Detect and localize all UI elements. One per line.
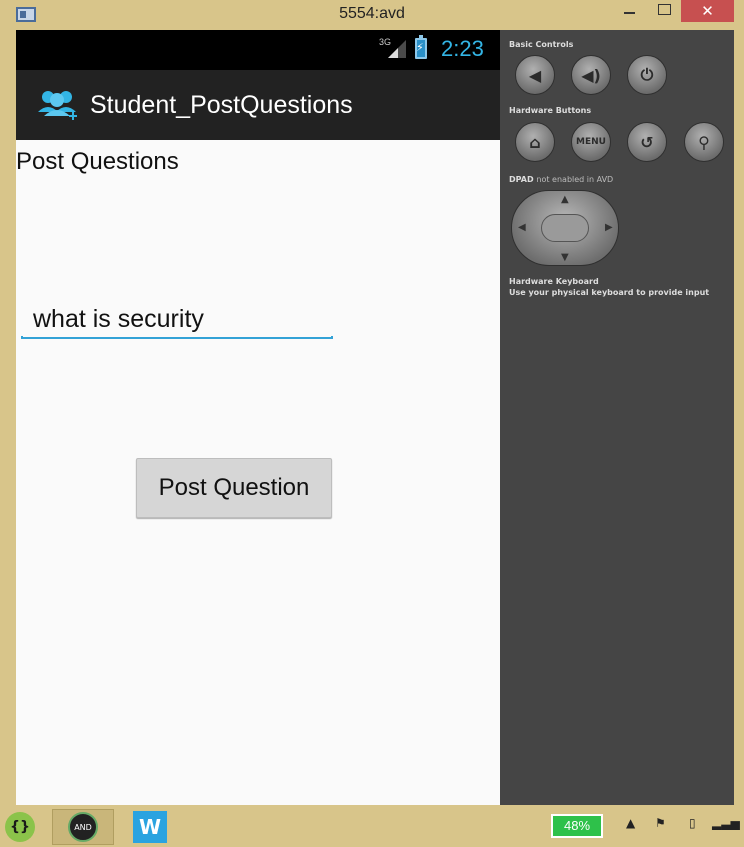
main-content: Post Questions Post Question [16,140,500,805]
keyboard-title: Hardware Keyboard [509,277,599,286]
battery-charging-icon [415,35,427,59]
keyboard-note: Use your physical keyboard to provide in… [509,288,710,297]
action-center-flag-icon[interactable]: ⚑ [655,816,666,830]
home-icon: ⌂ [529,132,541,152]
taskbar-avd-app[interactable]: AND [52,809,114,845]
show-hidden-icons-chevron-icon[interactable]: ▲ [626,816,635,830]
hardware-keyboard-info: Hardware Keyboard Use your physical keyb… [509,276,709,298]
back-icon: ↺ [640,132,654,152]
close-button[interactable]: ✕ [681,0,734,22]
braces-icon: {} [5,812,35,842]
dpad-control[interactable]: ▲ ▼ ◀ ▶ [511,190,619,266]
status-clock: 2:23 [441,36,484,61]
app-title: Student_PostQuestions [90,91,353,119]
power-button[interactable]: ⏻ [627,55,667,95]
menu-label: MENU [576,137,606,147]
dpad-label: DPAD not enabled in AVD [509,175,613,184]
taskbar-braces-app[interactable]: {} [4,809,36,845]
dpad-note: not enabled in AVD [536,175,614,184]
taskbar-w-app[interactable]: W [131,809,169,845]
volume-up-icon: ◀) [581,65,601,85]
input-underline [21,336,333,339]
power-icon: ⏻ [640,65,654,84]
home-button[interactable]: ⌂ [515,122,555,162]
question-input[interactable] [21,298,333,340]
page-heading: Post Questions [16,148,179,175]
network-signal-tray-icon[interactable]: ▂▃▅ [712,816,740,830]
title-bar[interactable]: 5554:avd ✕ [0,0,744,30]
dpad-center-button[interactable] [541,214,589,242]
dpad-right-icon[interactable]: ▶ [605,222,613,233]
basic-controls-label: Basic Controls [509,40,574,49]
menu-button[interactable]: MENU [571,122,611,162]
search-button[interactable]: ⚲ [684,122,724,162]
minimize-button[interactable] [616,0,644,22]
android-avd-icon: AND [68,812,98,842]
device-screen: 3G 2:23 Student_PostQuestions Post [16,30,500,805]
students-group-icon[interactable] [36,88,80,124]
w-app-icon: W [133,811,167,843]
search-icon: ⚲ [698,132,710,152]
hardware-buttons-label: Hardware Buttons [509,106,592,115]
dpad-up-icon[interactable]: ▲ [561,194,569,205]
dpad-left-icon[interactable]: ◀ [518,222,526,233]
battery-tray-icon[interactable]: ▯ [689,816,696,830]
signal-icon [388,40,406,58]
status-bar: 3G 2:23 [16,30,500,70]
volume-down-icon: ◀ [528,65,542,85]
maximize-button[interactable] [650,0,678,22]
dpad-title: DPAD [509,175,534,184]
action-bar: Student_PostQuestions [16,70,500,140]
dpad-down-icon[interactable]: ▼ [561,252,569,263]
back-button[interactable]: ↺ [627,122,667,162]
post-question-button[interactable]: Post Question [136,458,332,518]
volume-up-button[interactable]: ◀) [571,55,611,95]
volume-down-button[interactable]: ◀ [515,55,555,95]
battery-percent-indicator[interactable]: 48% [551,814,603,838]
emulator-window: 5554:avd ✕ 3G 2:23 [0,0,744,847]
emulator-controls-panel: Basic Controls ◀ ◀) ⏻ Hardware Buttons ⌂… [500,30,734,805]
